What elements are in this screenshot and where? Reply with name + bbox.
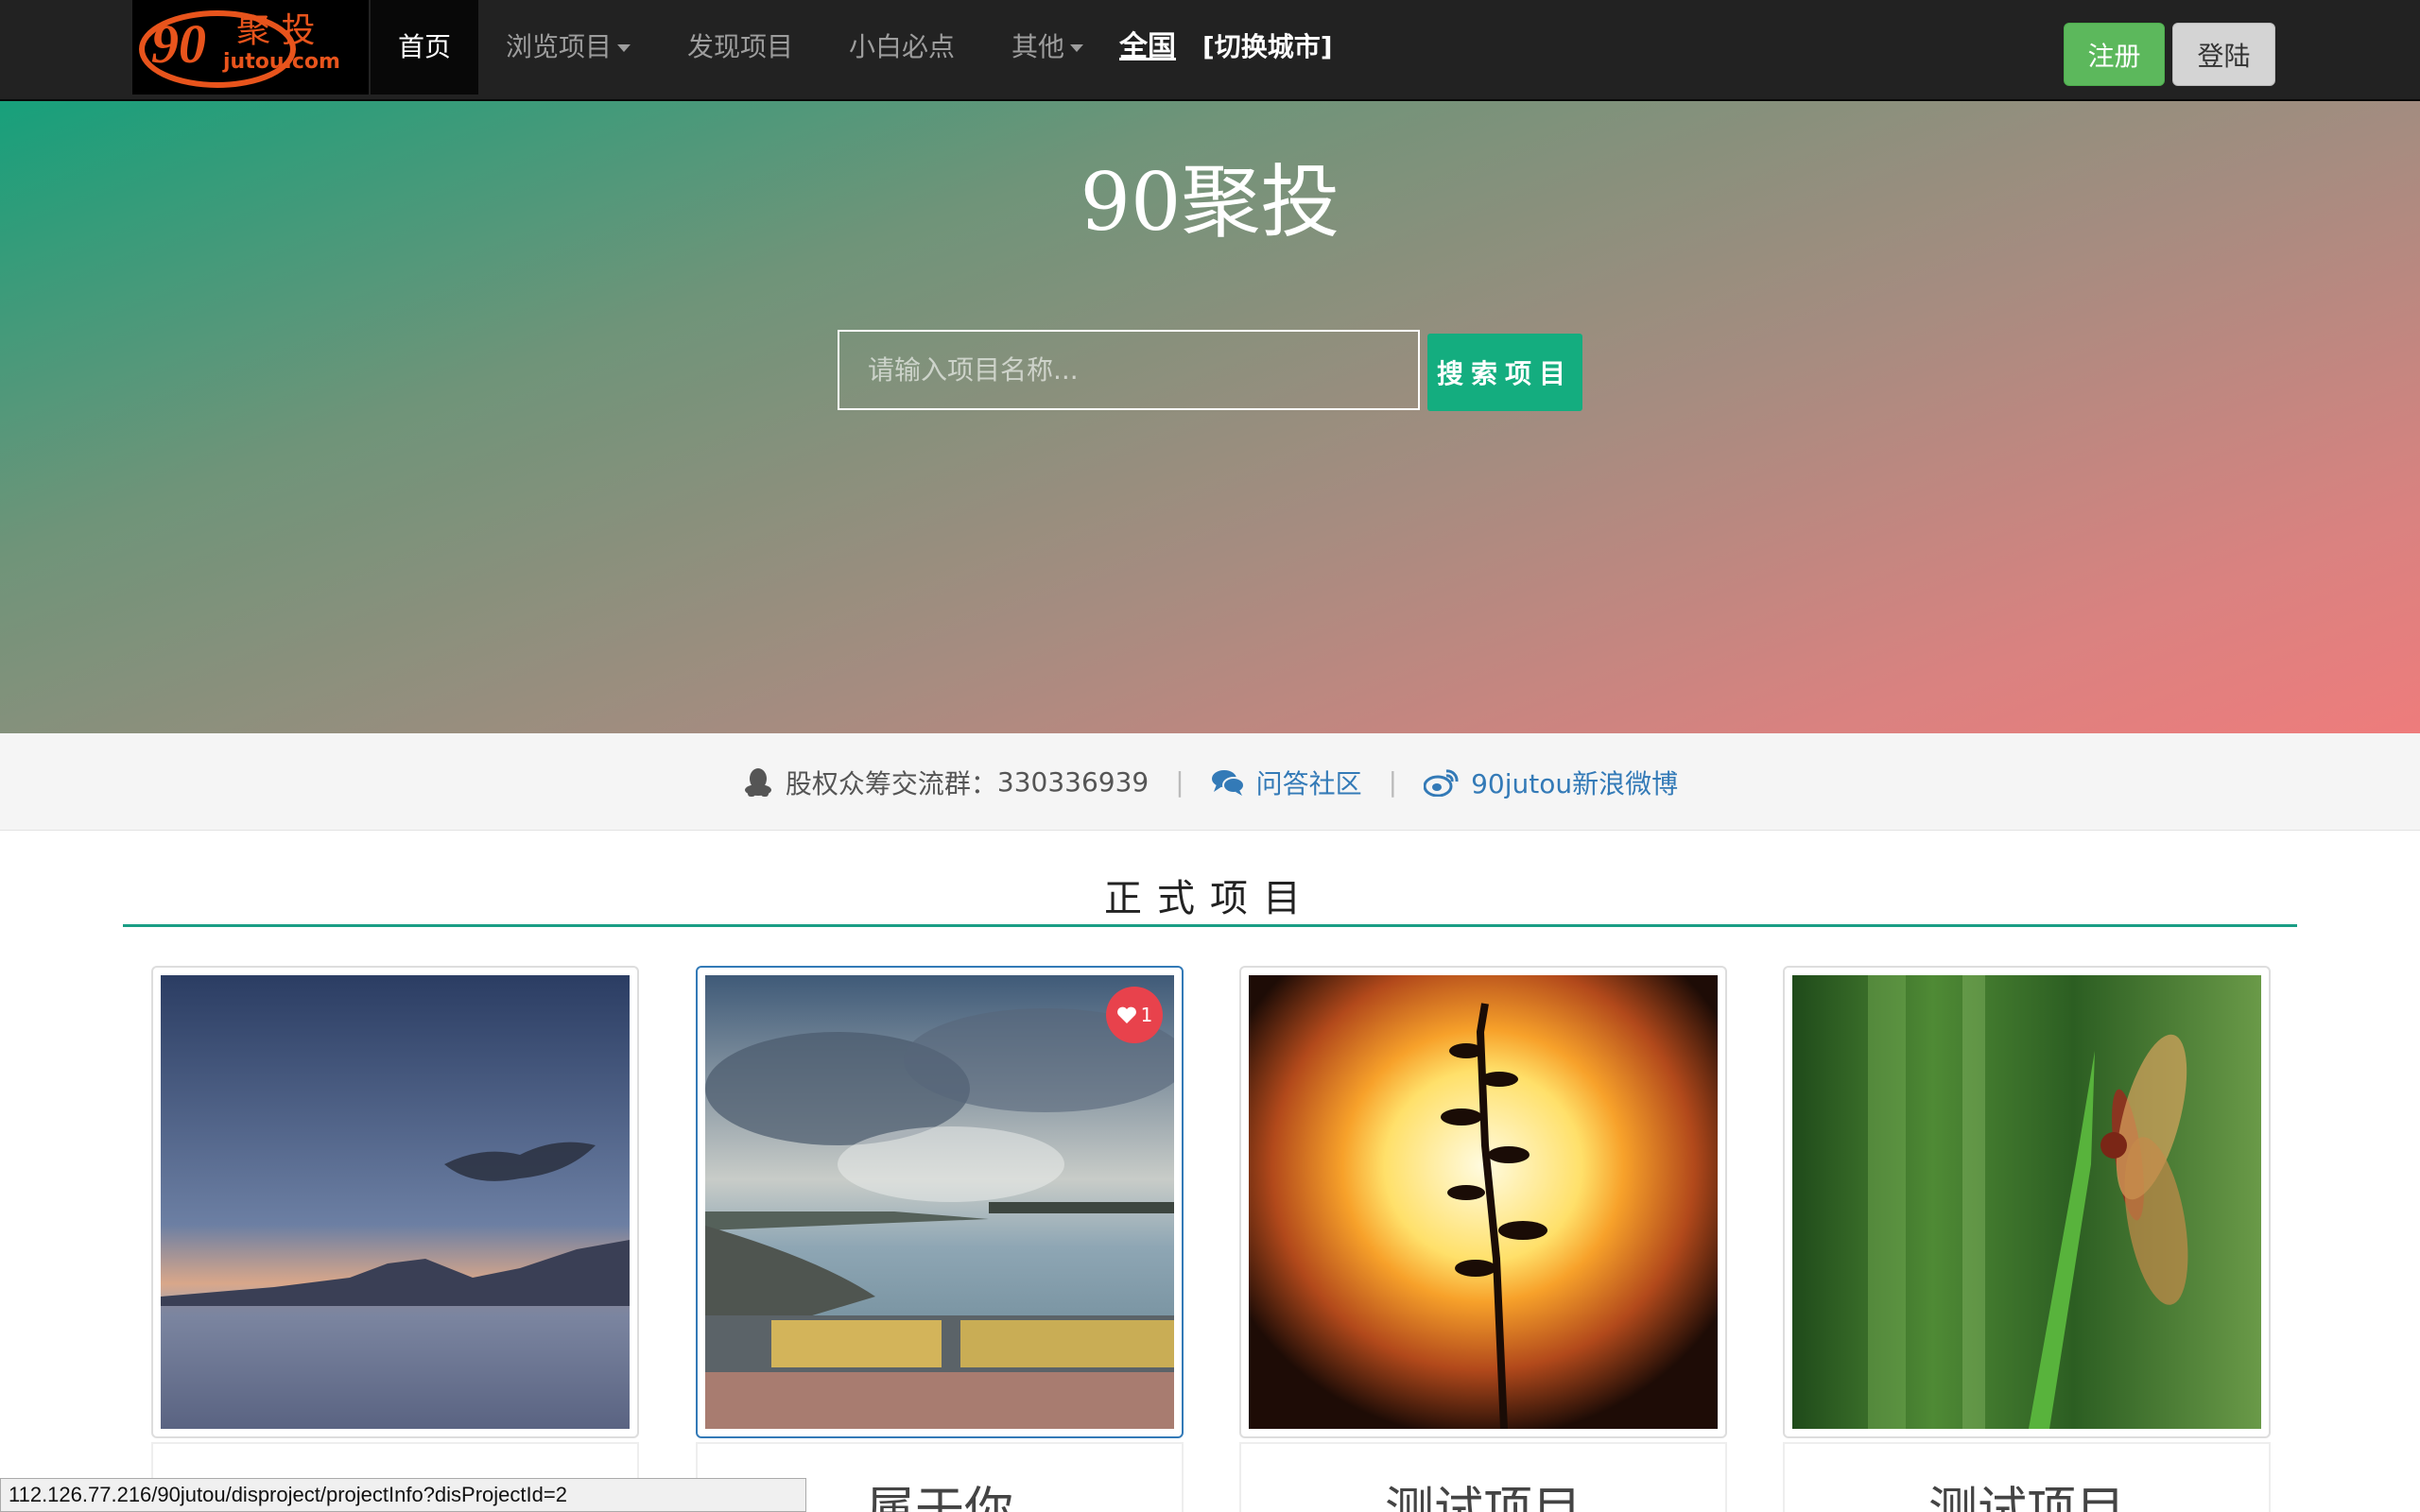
hero-banner: 90聚投 搜索项目 [0,101,2420,733]
heart-icon [1116,1006,1136,1023]
project-card[interactable] [1239,966,1727,1438]
project-image-lake-dusk [161,975,630,1429]
project-title: 测试项目 [1384,1483,1582,1512]
project-image-dragonfly [1792,975,2261,1429]
login-button[interactable]: 登陆 [2172,23,2275,86]
community-link[interactable]: 问答社区 [1211,764,1362,801]
nav-city[interactable]: 全国 [1119,0,1176,94]
register-button[interactable]: 注册 [2064,23,2165,86]
caret-down-icon [1070,44,1084,52]
qq-group-number: 330336939 [996,766,1150,798]
nav-home[interactable]: 首页 [371,0,478,94]
nav-browse-label: 浏览项目 [506,31,613,62]
nav-other-dropdown[interactable]: 其他 [1011,0,1084,94]
search-button[interactable]: 搜索项目 [1427,334,1582,411]
browser-status-url: 112.126.77.216/90jutou/disproject/projec… [0,1478,806,1512]
nav-switch-city[interactable]: [切换城市] [1202,0,1333,94]
qq-icon [744,767,771,797]
project-card[interactable] [1783,966,2271,1438]
project-card[interactable] [151,966,639,1438]
project-image-sunset-plant [1249,975,1718,1429]
project-image-pier-clouds: 1 [705,975,1174,1429]
nav-other-label: 其他 [1011,31,1065,62]
site-logo[interactable]: 90 聚 投 jutou.com [132,0,369,94]
search-input[interactable] [838,330,1420,410]
logo-domain: jutou.com [222,50,340,74]
project-title: 测试项目 [1927,1483,2125,1512]
section-title: 正式项目 [1104,877,1316,920]
comments-icon [1211,769,1245,796]
divider: | [1175,766,1184,798]
section-divider [123,924,2297,927]
project-card-footer: 测试项目 [1239,1442,1727,1512]
divider: | [1388,766,1398,798]
weibo-link[interactable]: 90jutou新浪微博 [1424,764,1678,801]
like-count: 1 [1140,1004,1153,1026]
project-card-footer: 测试项目 [1783,1442,2271,1512]
top-navbar: 90 聚 投 jutou.com 首页 浏览项目 发现项目 小白必点 其他 全国… [0,0,2420,101]
community-link-label: 问答社区 [1255,767,1362,799]
project-card[interactable]: 1 [696,966,1184,1438]
caret-down-icon [617,44,631,52]
hero-title: 90聚投 [1080,156,1340,249]
weibo-icon [1424,768,1459,797]
logo-chinese: 聚 投 [236,11,315,50]
nav-browse-dropdown[interactable]: 浏览项目 [506,0,631,94]
weibo-link-label: 90jutou新浪微博 [1471,767,1679,799]
logo-number: 90 [151,13,206,75]
like-badge[interactable]: 1 [1106,987,1163,1043]
info-bar: 股权众筹交流群： 330336939 | 问答社区 | 90jutou新浪微博 [0,733,2420,831]
qq-group-label: 股权众筹交流群： [785,767,997,799]
nav-discover[interactable]: 发现项目 [687,0,793,94]
nav-beginner[interactable]: 小白必点 [849,0,955,94]
